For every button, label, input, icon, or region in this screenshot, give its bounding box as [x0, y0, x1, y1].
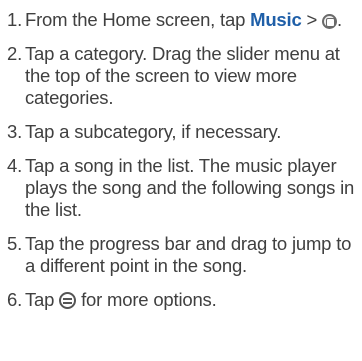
step-2: 2. Tap a category. Drag the slider menu …	[0, 43, 362, 109]
step-text: Tap a song in the list. The music player…	[25, 155, 355, 220]
step-number: 4.	[7, 155, 23, 176]
step-4: 4. Tap a song in the list. The music pla…	[0, 155, 362, 221]
instruction-steps: 1. From the Home screen, tap Music > . 2…	[0, 0, 362, 311]
step-5: 5. Tap the progress bar and drag to jump…	[0, 233, 362, 277]
step-number: 5.	[7, 233, 23, 254]
step-text: Tap	[25, 289, 60, 310]
music-keyword: Music	[250, 9, 302, 30]
step-number: 2.	[7, 43, 23, 64]
step-text: .	[337, 9, 342, 30]
step-number: 3.	[7, 121, 23, 142]
step-text: >	[301, 9, 323, 30]
step-number: 6.	[7, 289, 23, 310]
step-3: 3. Tap a subcategory, if necessary.	[0, 121, 362, 143]
step-text: Tap a category. Drag the slider menu at …	[25, 43, 340, 108]
step-text: Tap a subcategory, if necessary.	[25, 121, 282, 142]
step-text: From the Home screen, tap	[25, 9, 251, 30]
menu-icon	[59, 292, 77, 309]
music-app-icon	[322, 14, 338, 29]
step-number: 1.	[7, 9, 23, 30]
step-6: 6. Tap for more options.	[0, 289, 362, 311]
step-1: 1. From the Home screen, tap Music > .	[0, 0, 362, 31]
step-text: Tap the progress bar and drag to jump to…	[25, 233, 352, 276]
step-text: for more options.	[76, 289, 217, 310]
